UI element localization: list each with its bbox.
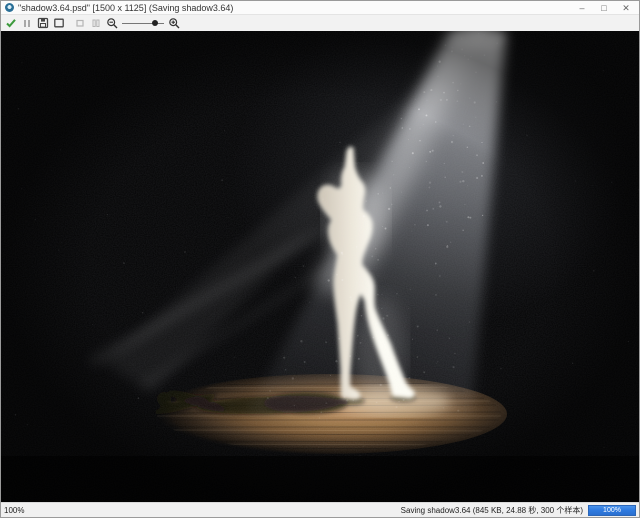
compare-columns-icon [90, 17, 102, 29]
save-progress-label: 100% [589, 506, 635, 515]
zoom-slider-thumb[interactable] [152, 20, 158, 26]
copy-image-button[interactable] [52, 17, 66, 30]
window-controls: – □ ✕ [576, 3, 636, 13]
zoom-level: 100% [4, 506, 24, 515]
render-canvas [1, 31, 639, 502]
titlebar: "shadow3.64.psd" [1500 x 1125] (Saving s… [1, 1, 639, 15]
zoom-out-button[interactable] [105, 17, 119, 30]
vignette [1, 31, 639, 502]
zoom-out-icon [106, 17, 119, 30]
app-icon [5, 3, 14, 12]
zoom-in-button[interactable] [167, 17, 181, 30]
saving-status-text: Saving shadow3.64 (845 KB, 24.88 秒, 300 … [401, 505, 583, 516]
zoom-in-icon [168, 17, 181, 30]
app-window: "shadow3.64.psd" [1500 x 1125] (Saving s… [0, 0, 640, 518]
save-button[interactable] [36, 17, 50, 30]
copy-image-icon [53, 17, 65, 29]
save-floppy-icon [37, 17, 49, 29]
pause-icon [21, 17, 33, 29]
toolbar [1, 15, 639, 31]
apply-button[interactable] [4, 17, 18, 30]
compare-button[interactable] [89, 17, 103, 30]
selection-square-icon [74, 17, 86, 29]
zoom-slider[interactable] [122, 17, 164, 30]
minimize-button[interactable]: – [576, 3, 588, 13]
close-button[interactable]: ✕ [620, 3, 632, 13]
render-scene [1, 31, 639, 502]
maximize-button[interactable]: □ [598, 3, 610, 13]
save-progress-bar: 100% [588, 505, 636, 516]
check-icon [5, 17, 17, 29]
pause-button[interactable] [20, 17, 34, 30]
window-title: "shadow3.64.psd" [1500 x 1125] (Saving s… [18, 3, 576, 13]
statusbar: 100% Saving shadow3.64 (845 KB, 24.88 秒,… [1, 502, 639, 517]
selection-button[interactable] [73, 17, 87, 30]
